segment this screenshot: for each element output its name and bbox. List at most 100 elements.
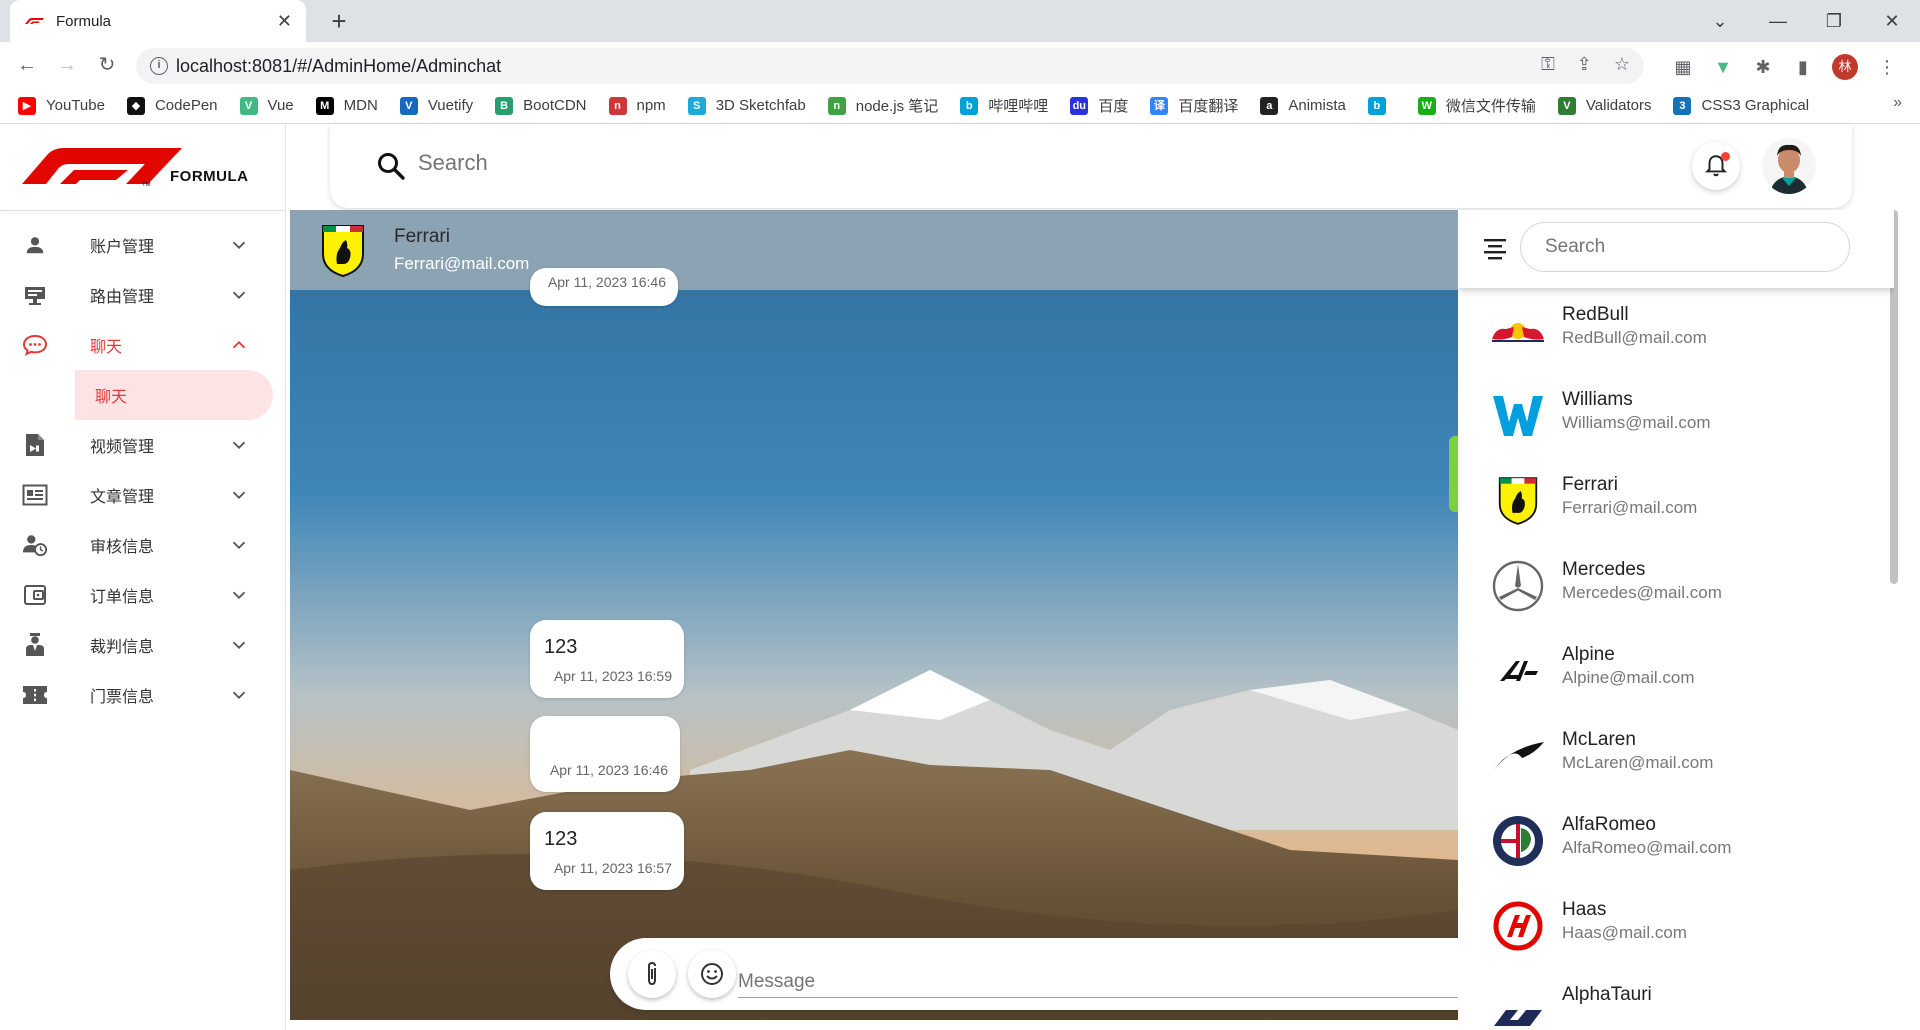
reload-icon[interactable]: ↻ <box>92 50 122 80</box>
bookmark-item[interactable]: W 微信文件传输 <box>1417 95 1536 116</box>
forward-icon[interactable]: → <box>52 50 82 80</box>
tab-close-icon[interactable]: ✕ <box>277 11 292 32</box>
profile-avatar[interactable]: 林 <box>1832 54 1858 80</box>
search-icon[interactable] <box>376 151 406 181</box>
menu-item-video[interactable]: 视频管理 <box>0 420 286 470</box>
bookmark-label: 3D Sketchfab <box>715 97 806 114</box>
menu-item-chat[interactable]: 聊天 <box>0 320 286 370</box>
contact-item-alpine[interactable]: Alpine Alpine@mail.com <box>1458 628 1894 713</box>
minimize-icon[interactable]: — <box>1758 6 1798 36</box>
vue-devtools-icon[interactable]: ▼ <box>1712 56 1734 78</box>
browser-toolbar: ← → ↻ i localhost:8081/#/AdminHome/Admin… <box>0 42 1920 88</box>
contact-item-haas[interactable]: Haas Haas@mail.com <box>1458 883 1894 968</box>
contact-item-redbull[interactable]: RedBull RedBull@mail.com <box>1458 288 1894 373</box>
contact-item-alfaromeo[interactable]: AlfaRomeo AlfaRomeo@mail.com <box>1458 798 1894 883</box>
chevron-down-icon <box>232 441 246 450</box>
bookmark-favicon-icon: n <box>827 96 846 115</box>
contacts-list: RedBull RedBull@mail.com Williams Willia… <box>1458 288 1894 1030</box>
extension-icon[interactable]: ▦ <box>1672 56 1694 78</box>
bookmark-favicon-icon: V <box>1557 96 1576 115</box>
bookmark-item[interactable]: b <box>1367 96 1396 115</box>
contact-item-ferrari[interactable]: Ferrari Ferrari@mail.com <box>1458 458 1894 543</box>
contact-name: Alpine <box>1562 644 1615 665</box>
menu-item-router[interactable]: 路由管理 <box>0 270 286 320</box>
message-text: 123 <box>544 828 578 850</box>
site-info-icon[interactable]: i <box>150 57 168 75</box>
address-bar[interactable]: i localhost:8081/#/AdminHome/Adminchat ⚿… <box>136 48 1644 84</box>
message-input[interactable] <box>738 948 1458 998</box>
menu-label: 视频管理 <box>90 439 155 456</box>
emoji-button[interactable] <box>688 950 736 998</box>
bookmark-item[interactable]: n node.js 笔记 <box>827 95 938 116</box>
contact-item-alphatauri[interactable]: AlphaTauri <box>1458 968 1894 1030</box>
bookmark-item[interactable]: n npm <box>608 96 666 115</box>
key-icon[interactable]: ⚿ <box>1541 54 1555 75</box>
contact-item-williams[interactable]: Williams Williams@mail.com <box>1458 373 1894 458</box>
tab-title: Formula <box>56 12 112 30</box>
contact-item-mercedes[interactable]: Mercedes Mercedes@mail.com <box>1458 543 1894 628</box>
notification-button[interactable] <box>1692 142 1740 190</box>
bookmark-favicon-icon: M <box>315 96 334 115</box>
bookmark-favicon-icon: du <box>1070 96 1089 115</box>
contact-email: McLaren@mail.com <box>1562 753 1714 772</box>
chevron-down-icon <box>232 241 246 250</box>
back-icon[interactable]: ← <box>12 50 42 80</box>
bookmark-item[interactable]: B BootCDN <box>495 96 587 115</box>
contact-email: Haas@mail.com <box>1562 923 1687 942</box>
bookmark-item[interactable]: b 哔哩哔哩 <box>960 95 1048 116</box>
app-root: TM FORMULA 账户管理 路由管理 聊天 聊天 视频管理 文章管理 审核信… <box>0 124 1920 1030</box>
bookmark-item[interactable]: M MDN <box>315 96 378 115</box>
chat-header: Ferrari Ferrari@mail.com <box>290 210 1458 290</box>
bookmark-item[interactable]: a Animista <box>1260 96 1346 115</box>
svg-text:TM: TM <box>142 182 151 188</box>
bookmark-item[interactable]: 译百度翻译 <box>1150 95 1238 116</box>
bookmark-item[interactable]: V Vuetify <box>399 96 473 115</box>
menu-item-account[interactable]: 账户管理 <box>0 220 286 270</box>
star-icon[interactable]: ☆ <box>1614 54 1630 75</box>
bookmark-item[interactable]: du 百度 <box>1070 95 1128 116</box>
bookmarks-overflow-icon[interactable]: » <box>1893 94 1902 112</box>
attach-button[interactable] <box>628 950 676 998</box>
menu-item-article[interactable]: 文章管理 <box>0 470 286 520</box>
bookmark-item[interactable]: ◆ CodePen <box>126 96 218 115</box>
sidepanel-icon[interactable]: ▮ <box>1792 56 1814 78</box>
user-avatar[interactable] <box>1762 138 1816 194</box>
bookmark-item[interactable]: ▶ YouTube <box>18 96 105 115</box>
share-icon[interactable]: ⇪ <box>1577 54 1592 75</box>
window-close-icon[interactable]: ✕ <box>1872 6 1912 36</box>
contact-email: Alpine@mail.com <box>1562 668 1695 687</box>
menu-item-review[interactable]: 审核信息 <box>0 520 286 570</box>
contact-email: Mercedes@mail.com <box>1562 583 1722 602</box>
puzzle-icon[interactable]: ✱ <box>1752 56 1774 78</box>
submenu-item-chat[interactable]: 聊天 <box>75 370 273 420</box>
menu-item-ticket[interactable]: 门票信息 <box>0 670 286 720</box>
bookmark-favicon-icon: S <box>687 96 706 115</box>
top-search-input[interactable] <box>418 150 1018 176</box>
logo-divider <box>0 210 286 211</box>
contact-email: Williams@mail.com <box>1562 413 1711 432</box>
new-tab-icon[interactable]: + <box>324 6 354 36</box>
contact-item-mclaren[interactable]: McLaren McLaren@mail.com <box>1458 713 1894 798</box>
browser-menu-icon[interactable]: ⋮ <box>1876 56 1898 78</box>
f1-favicon-icon <box>25 18 44 24</box>
menu-item-order[interactable]: 订单信息 <box>0 570 286 620</box>
ferrari-logo-icon <box>1490 473 1546 529</box>
emoji-icon <box>701 963 723 985</box>
message-time: Apr 11, 2023 16:59 <box>553 668 672 684</box>
browser-tab[interactable]: Formula ✕ <box>10 0 306 42</box>
bookmark-favicon-icon: n <box>608 96 627 115</box>
bookmark-item[interactable]: 3 CSS3 Graphical <box>1673 96 1809 115</box>
tab-search-icon[interactable]: ⌄ <box>1700 6 1740 36</box>
bookmark-item[interactable]: S 3D Sketchfab <box>687 96 806 115</box>
contacts-search-input[interactable] <box>1520 222 1850 272</box>
bookmark-item[interactable]: V Vue <box>239 96 294 115</box>
bookmark-item[interactable]: V Validators <box>1557 96 1651 115</box>
bookmark-favicon-icon: 3 <box>1673 96 1692 115</box>
restore-icon[interactable]: ❐ <box>1814 6 1854 36</box>
menu-item-referee[interactable]: 裁判信息 <box>0 620 286 670</box>
align-center-icon[interactable] <box>1482 236 1508 262</box>
bookmark-label: BootCDN <box>523 97 587 114</box>
chevron-up-icon <box>232 340 246 349</box>
message-bubble: Apr 11, 2023 16:46 <box>530 268 678 306</box>
haas-logo-icon <box>1490 898 1546 954</box>
